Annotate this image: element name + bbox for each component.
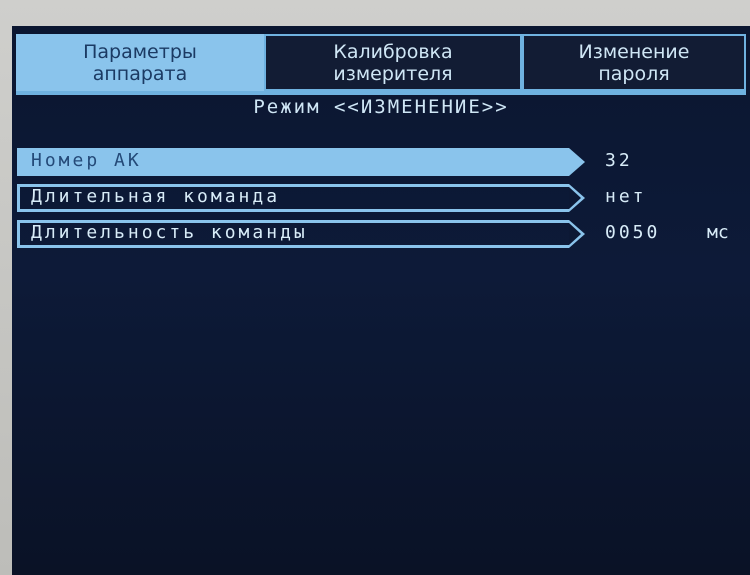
tab-device-parameters-label: Параметры аппарата: [83, 40, 197, 85]
lcd-screen: Параметры аппарата Калибровка измерителя…: [12, 26, 750, 575]
param-unit-command-duration: мс: [707, 222, 729, 243]
mode-indicator: Режим <<ИЗМЕНЕНИЕ>>: [253, 96, 509, 118]
param-arrow-icon: [569, 148, 585, 176]
tab-change-password[interactable]: Изменение пароля: [522, 34, 746, 91]
param-value-long-command[interactable]: нет: [605, 186, 647, 207]
param-value-command-duration[interactable]: 0050: [605, 222, 660, 243]
param-label-ak-number: Номер АК: [31, 150, 142, 171]
tab-underline-divider: [16, 91, 746, 95]
tab-device-parameters[interactable]: Параметры аппарата: [16, 34, 264, 91]
param-value-ak-number[interactable]: 32: [605, 150, 633, 171]
param-label-command-duration: Длительность команды: [31, 222, 308, 243]
tab-change-password-label: Изменение пароля: [578, 40, 690, 85]
tab-bar: Параметры аппарата Калибровка измерителя…: [16, 34, 746, 91]
tab-meter-calibration-label: Калибровка измерителя: [333, 40, 453, 85]
tab-meter-calibration[interactable]: Калибровка измерителя: [264, 34, 522, 91]
param-label-long-command: Длительная команда: [31, 186, 281, 207]
